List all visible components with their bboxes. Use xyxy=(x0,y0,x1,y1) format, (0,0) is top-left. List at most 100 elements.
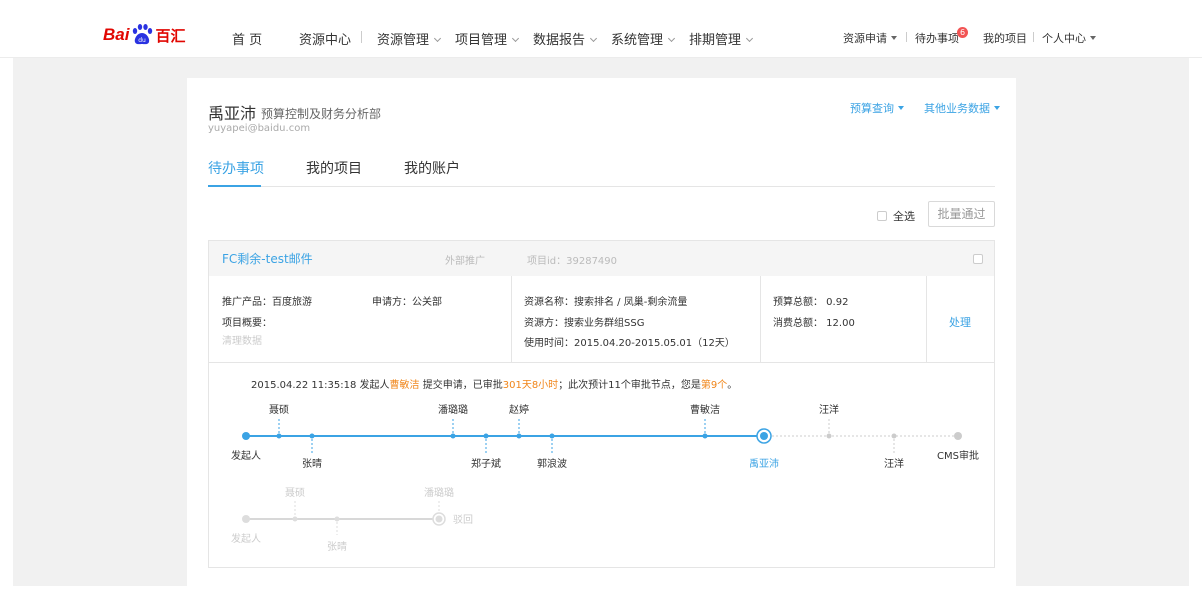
info-col-project: 推广产品：百度旅游 申请方：公关部 项目概要： 清理数据 xyxy=(209,276,512,363)
flow-label-below: 张晴 xyxy=(302,457,322,470)
flow-node-start xyxy=(242,432,250,440)
flow-node xyxy=(516,433,522,439)
flow-label-above: 汪洋 xyxy=(819,403,839,416)
card-header: FC剩余-test邮件 外部推广 项目id：39287490 xyxy=(209,241,994,276)
old-flow-rejected-label: 驳回 xyxy=(453,514,473,526)
main-panel: 禹亚沛 预算控制及财务分析部 yuyapei@baidu.com 预算查询 其他… xyxy=(187,78,1016,596)
caret-down-icon xyxy=(994,106,1000,110)
nav-schedule-manage[interactable]: 排期管理 xyxy=(689,29,754,48)
user-department: 预算控制及财务分析部 xyxy=(261,107,382,121)
overview-value: 清理数据 xyxy=(222,336,262,347)
card-project-id: 项目id：39287490 xyxy=(527,256,618,267)
card-title-link[interactable]: FC剩余-test邮件 xyxy=(222,250,313,267)
old-flow-label: 张晴 xyxy=(327,540,347,553)
flow-node xyxy=(276,433,282,439)
old-flow-label: 潘璐璐 xyxy=(424,486,454,499)
flow-node xyxy=(702,433,708,439)
user-name: 禹亚沛 xyxy=(208,104,257,123)
flow-label-below: 汪洋 xyxy=(884,457,904,470)
nav-data-report-label: 数据报告 xyxy=(533,33,586,48)
select-all-checkbox[interactable] xyxy=(877,211,887,221)
promo-product: 推广产品：百度旅游 xyxy=(222,297,312,308)
flow-node xyxy=(309,433,315,439)
chevron-down-icon xyxy=(745,34,754,43)
budget-query-link[interactable]: 预算查询 xyxy=(850,100,904,116)
nav-system-manage-label: 系统管理 xyxy=(611,33,664,48)
resource-name: 资源名称：搜索排名 / 凤巢-剩余流量 xyxy=(524,297,688,308)
todo-badge-count: 6 xyxy=(959,28,966,37)
tab-todo[interactable]: 待办事项 xyxy=(208,158,264,178)
old-flow-node xyxy=(292,516,298,522)
chevron-down-icon xyxy=(667,34,676,43)
caret-down-icon xyxy=(898,106,904,110)
flow-label-below: 郭浪波 xyxy=(537,457,567,470)
flow-label-current: 禹亚沛 xyxy=(749,457,779,470)
batch-approve-button[interactable]: 批量通过 xyxy=(928,201,995,227)
info-col-budget: 预算总额： 0.92 消费总额： 12.00 xyxy=(761,276,927,363)
flow-label-above: 潘璐璐 xyxy=(438,403,468,416)
flow-node xyxy=(549,433,555,439)
flow-node-end xyxy=(954,432,962,440)
usage-time: 使用时间：2015.04.20-2015.05.01（12天） xyxy=(524,338,735,349)
old-flow-node-start xyxy=(242,515,250,523)
nav-todo[interactable]: 待办事项 xyxy=(915,30,959,46)
top-navbar: Bai du 百汇 首 页 资源中心 资源管理 项目管理 数据报告 系统管理 排… xyxy=(0,0,1202,58)
nav-resource-apply[interactable]: 资源申请 xyxy=(843,30,897,46)
old-flow-node-rejected-dot xyxy=(435,515,443,523)
tab-bar: 待办事项 我的项目 我的账户 xyxy=(208,151,995,187)
tab-my-account[interactable]: 我的账户 xyxy=(404,158,460,178)
budget-total: 预算总额： 0.92 xyxy=(773,297,849,308)
applicant: 申请方：公关部 xyxy=(372,297,442,308)
other-data-link[interactable]: 其他业务数据 xyxy=(924,100,1000,116)
baihui-logo[interactable]: Bai du 百汇 xyxy=(103,22,185,48)
flow-label-below: 郑子斌 xyxy=(471,457,501,470)
svg-text:du: du xyxy=(139,37,147,44)
chevron-down-icon xyxy=(511,34,520,43)
flow-node-pending xyxy=(826,433,832,439)
card-info: 推广产品：百度旅游 申请方：公关部 项目概要： 清理数据 资源名称：搜索排名 /… xyxy=(209,276,994,363)
chevron-down-icon xyxy=(433,34,442,43)
flow-node xyxy=(450,433,456,439)
card-checkbox[interactable] xyxy=(973,254,983,264)
flow-node-pending xyxy=(891,433,897,439)
nav-personal-center[interactable]: 个人中心 xyxy=(1042,30,1096,46)
process-button[interactable]: 处理 xyxy=(949,314,971,330)
info-col-resource: 资源名称：搜索排名 / 凤巢-剩余流量 资源方：搜索业务群组SSG 使用时间：2… xyxy=(512,276,761,363)
select-all-label: 全选 xyxy=(893,210,915,223)
logo-text: Bai xyxy=(103,25,130,44)
todo-card: FC剩余-test邮件 外部推广 项目id：39287490 推广产品：百度旅游… xyxy=(208,240,995,568)
todo-badge: 6 xyxy=(957,27,968,38)
tab-my-projects[interactable]: 我的项目 xyxy=(306,158,362,178)
nav-data-report[interactable]: 数据报告 xyxy=(533,29,598,48)
nav-project-manage-label: 项目管理 xyxy=(455,33,508,48)
old-flow-node xyxy=(334,516,340,522)
nav-project-manage[interactable]: 项目管理 xyxy=(455,29,520,48)
nav-resource-apply-label: 资源申请 xyxy=(843,32,887,45)
select-all[interactable]: 全选 xyxy=(877,208,915,224)
other-data-label: 其他业务数据 xyxy=(924,102,990,115)
flow-label-below: 发起人 xyxy=(231,449,261,462)
budget-query-label: 预算查询 xyxy=(850,102,894,115)
nav-schedule-manage-label: 排期管理 xyxy=(689,33,742,48)
flow-label-above: 赵婷 xyxy=(509,403,529,416)
nav-resource-manage-label: 资源管理 xyxy=(377,33,430,48)
approval-flow: 聂硕 潘璐璐 赵婷 曹敏洁 汪洋 发起人 张晴 郑子斌 郭浪波 禹亚沛 汪洋 C… xyxy=(231,403,979,553)
nav-personal-center-label: 个人中心 xyxy=(1042,32,1086,45)
overview-label: 项目概要： xyxy=(222,318,272,329)
caret-down-icon xyxy=(891,36,897,40)
logo-suffix: 百汇 xyxy=(155,26,186,45)
user-email: yuyapei@baidu.com xyxy=(208,123,311,134)
nav-resource-manage[interactable]: 资源管理 xyxy=(377,29,442,48)
chevron-down-icon xyxy=(589,34,598,43)
caret-down-icon xyxy=(1090,36,1096,40)
flow-label-below: CMS审批 xyxy=(937,449,979,462)
nav-resource-center[interactable]: 资源中心 xyxy=(299,29,351,48)
resource-owner: 资源方：搜索业务群组SSG xyxy=(524,318,645,329)
spend-total: 消费总额： 12.00 xyxy=(773,318,855,329)
nav-home[interactable]: 首 页 xyxy=(232,29,262,48)
nav-my-projects[interactable]: 我的项目 xyxy=(983,30,1027,46)
active-tab-indicator xyxy=(208,185,261,187)
nav-todo-label: 待办事项 xyxy=(915,32,959,45)
nav-system-manage[interactable]: 系统管理 xyxy=(611,29,676,48)
paw-icon: du xyxy=(131,23,153,47)
